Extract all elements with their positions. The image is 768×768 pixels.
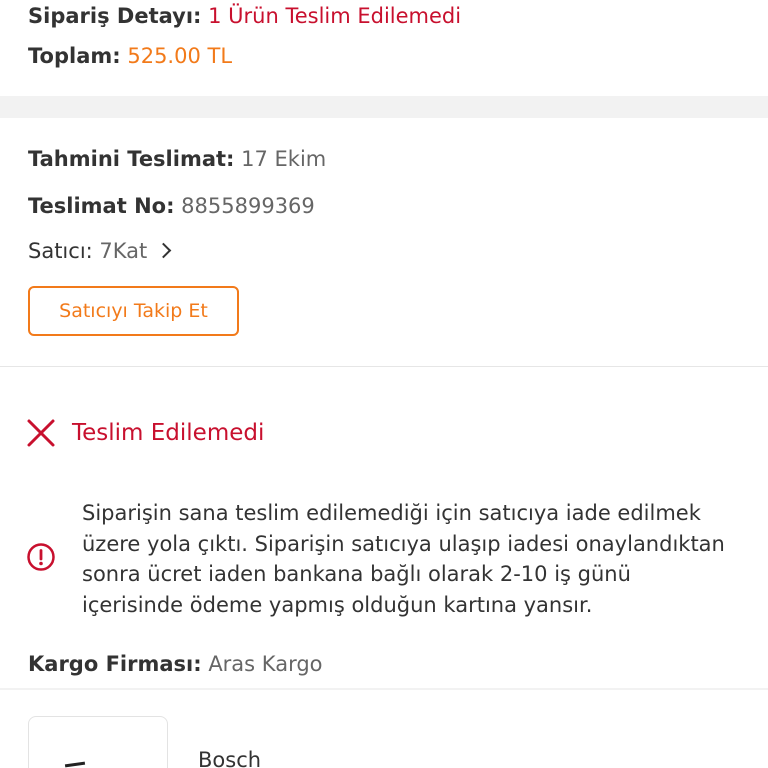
- order-total-value: 525.00 TL: [127, 44, 233, 68]
- order-detail-row: Sipariş Detayı: 1 Ürün Teslim Edilemedi: [28, 4, 461, 28]
- section-divider: [0, 366, 768, 367]
- seller-link[interactable]: 7Kat: [99, 239, 147, 263]
- seller-label: Satıcı:: [28, 239, 93, 263]
- status-info-line: içerisinde ödeme yapmış olduğun kartına …: [82, 592, 593, 617]
- order-detail-value: 1 Ürün Teslim Edilemedi: [208, 4, 462, 28]
- delivery-status: Teslim Edilemedi: [26, 416, 264, 450]
- status-info-line: sonra ücret iaden bankana bağlı olarak 2…: [82, 562, 631, 586]
- chevron-right-icon[interactable]: [155, 242, 172, 259]
- delivery-status-title: Teslim Edilemedi: [72, 420, 265, 446]
- cargo-company-label: Kargo Firması:: [28, 652, 202, 676]
- cargo-company-row: Kargo Firması: Aras Kargo: [28, 652, 323, 676]
- order-detail-page: Sipariş Detayı: 1 Ürün Teslim Edilemedi …: [0, 0, 768, 768]
- product-brand: Bosch: [198, 748, 262, 768]
- section-separator: [0, 96, 768, 118]
- status-info-line: üzere yola çıktı. Siparişin satıcıya ula…: [82, 531, 725, 556]
- order-summary: Sipariş Detayı: 1 Ürün Teslim Edilemedi …: [0, 0, 768, 96]
- status-info-line: Siparişin sana teslim edilemediği için s…: [82, 501, 701, 525]
- order-detail-label: Sipariş Detayı:: [28, 4, 202, 28]
- estimated-delivery-label: Tahmini Teslimat:: [28, 147, 235, 171]
- delivery-number-row: Teslimat No: 8855899369: [28, 194, 315, 218]
- order-total-label: Toplam:: [28, 44, 121, 68]
- delivery-number-label: Teslimat No:: [28, 194, 175, 218]
- estimated-delivery-value: 17 Ekim: [241, 147, 327, 171]
- seller-row[interactable]: Satıcı: 7Kat: [28, 239, 172, 263]
- status-info-text: Siparişin sana teslim edilemediği için s…: [82, 498, 752, 620]
- cargo-company-value: Aras Kargo: [208, 652, 323, 676]
- product-image: [64, 761, 86, 768]
- order-total-row: Toplam: 525.00 TL: [28, 44, 232, 68]
- follow-seller-button[interactable]: Satıcıyı Takip Et: [28, 286, 239, 336]
- estimated-delivery-row: Tahmini Teslimat: 17 Ekim: [28, 147, 326, 171]
- delivery-number-value: 8855899369: [181, 194, 315, 218]
- close-x-icon: [27, 419, 55, 447]
- info-circle-icon: [27, 543, 55, 571]
- product-thumbnail[interactable]: [28, 716, 168, 768]
